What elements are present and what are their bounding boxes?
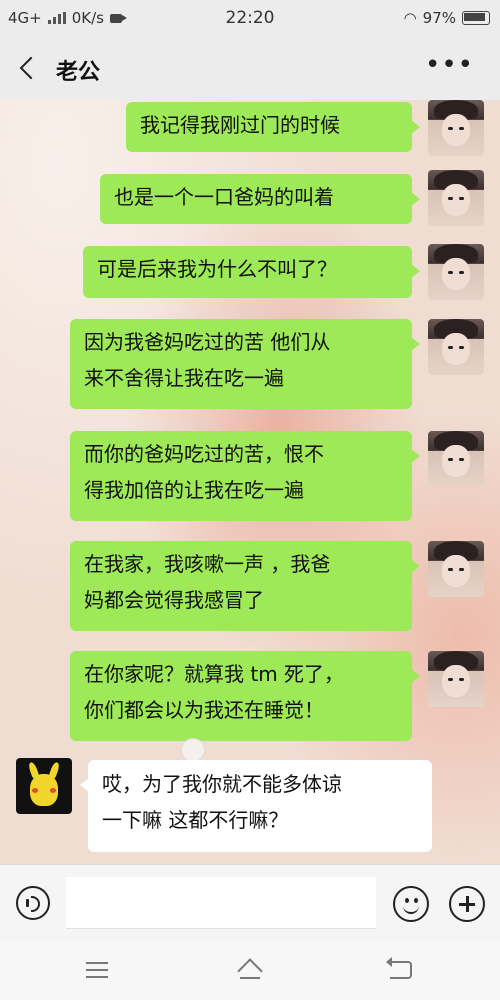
input-bar xyxy=(0,864,500,943)
avatar[interactable] xyxy=(428,100,484,156)
chat-header: 老公 ••• xyxy=(0,36,500,101)
message-line: 而你的爸妈吃过的苦，恨不 xyxy=(84,442,324,466)
avatar[interactable] xyxy=(428,431,484,487)
avatar[interactable] xyxy=(428,651,484,707)
message-line: 来不舍得让我在吃一遍 xyxy=(84,366,284,390)
message-bubble[interactable]: 在你家呢？就算我 tm 死了， 你们都会以为我还在睡觉！ xyxy=(70,651,420,741)
message-line: 在我家，我咳嗽一声 ，我爸 xyxy=(84,552,331,576)
avatar[interactable] xyxy=(428,244,484,300)
message-bubble[interactable]: 因为我爸妈吃过的苦 他们从 来不舍得让我在吃一遍 xyxy=(70,319,420,409)
avatar[interactable] xyxy=(428,319,484,375)
message-list[interactable]: 我记得我刚过门的时候 也是一个一口爸妈的叫着 可是后来我为什么不叫了？ 因为我爸… xyxy=(0,100,500,864)
battery-percent: 97% xyxy=(422,9,456,27)
message-bubble[interactable]: 哎，为了我你就不能多体谅 一下嘛 这都不行嘛？ xyxy=(80,760,432,852)
message-bubble[interactable]: 可是后来我为什么不叫了？ xyxy=(83,246,420,298)
avatar[interactable] xyxy=(428,541,484,597)
battery-icon xyxy=(462,11,490,25)
message-line: 在你家呢？就算我 tm 死了， xyxy=(84,662,345,686)
status-bar: 4G+ 0K/s 22:20 ◠ 97% xyxy=(0,0,500,36)
message-line: 因为我爸妈吃过的苦 他们从 xyxy=(84,330,331,354)
message-line: 也是一个一口爸妈的叫着 xyxy=(114,185,334,209)
avatar[interactable] xyxy=(428,170,484,226)
floating-dot[interactable] xyxy=(181,738,205,762)
message-line: 我记得我刚过门的时候 xyxy=(140,113,340,137)
message-line: 可是后来我为什么不叫了？ xyxy=(97,257,337,281)
message-bubble[interactable]: 在我家，我咳嗽一声 ，我爸 妈都会觉得我感冒了 xyxy=(70,541,420,631)
message-line: 妈都会觉得我感冒了 xyxy=(84,588,264,612)
chevron-left-icon[interactable] xyxy=(14,50,44,86)
message-bubble[interactable]: 我记得我刚过门的时候 xyxy=(126,102,420,152)
message-line: 得我加倍的让我在吃一遍 xyxy=(84,478,304,502)
message-bubble[interactable]: 而你的爸妈吃过的苦，恨不 得我加倍的让我在吃一遍 xyxy=(70,431,420,521)
wifi-icon: ◠ xyxy=(403,9,417,27)
plus-icon[interactable] xyxy=(449,886,485,922)
message-line: 一下嘛 这都不行嘛？ xyxy=(102,808,289,832)
chat-title: 老公 xyxy=(56,60,101,85)
back-icon[interactable] xyxy=(386,957,412,979)
voice-icon[interactable] xyxy=(16,886,50,920)
avatar[interactable] xyxy=(16,758,72,814)
home-icon[interactable] xyxy=(236,960,264,980)
message-line: 哎，为了我你就不能多体谅 xyxy=(102,772,342,796)
system-nav-bar xyxy=(0,942,500,1000)
message-line: 你们都会以为我还在睡觉！ xyxy=(84,698,324,722)
emoji-icon[interactable] xyxy=(393,886,429,922)
status-right: ◠ 97% xyxy=(404,9,490,27)
message-input[interactable] xyxy=(66,877,376,929)
more-icon[interactable]: ••• xyxy=(425,50,474,80)
menu-icon[interactable] xyxy=(86,962,108,978)
message-bubble[interactable]: 也是一个一口爸妈的叫着 xyxy=(100,174,420,224)
